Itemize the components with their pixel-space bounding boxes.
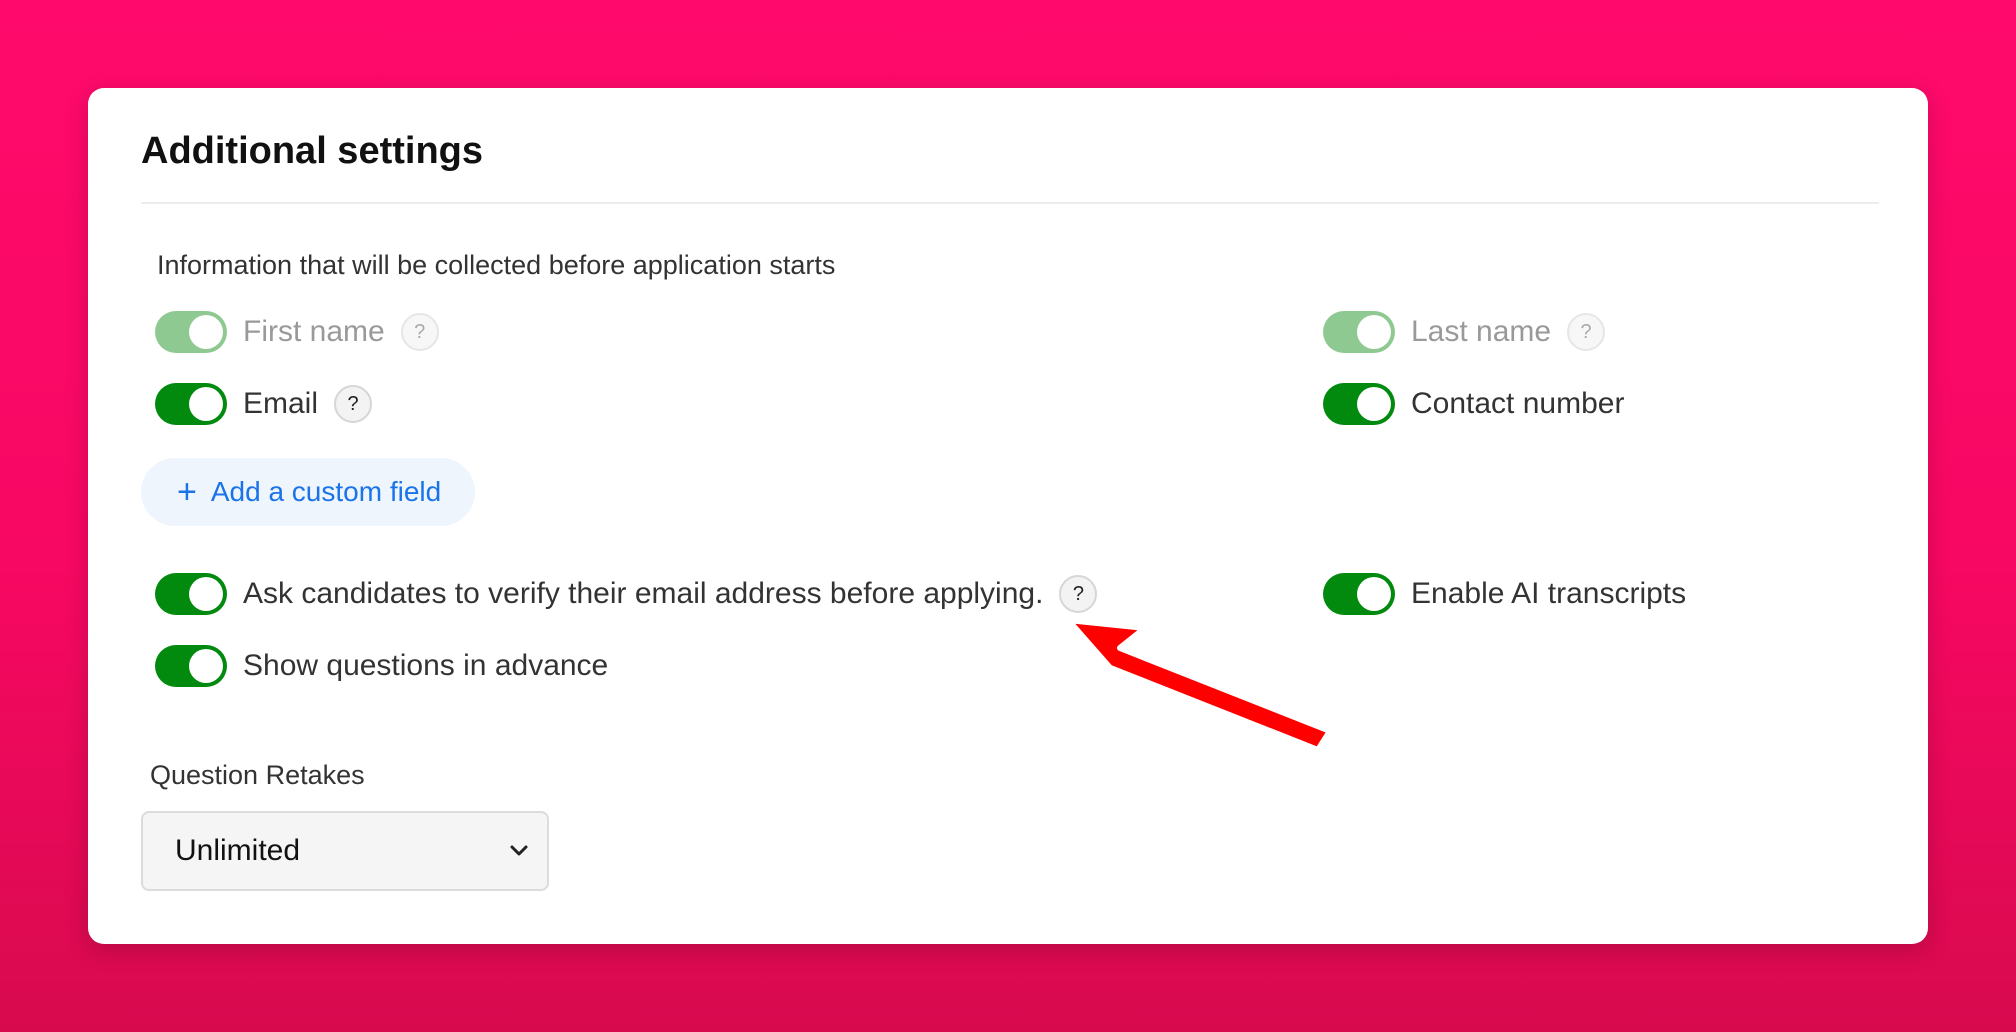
verify-email-row: Ask candidates to verify their email add… — [155, 571, 1098, 617]
email-label: Email — [243, 387, 319, 420]
add-custom-field-button[interactable]: + Add a custom field — [141, 458, 475, 526]
toggle-knob — [189, 315, 223, 349]
additional-settings-panel: Additional settings Information that wil… — [88, 88, 1928, 944]
show-questions-label: Show questions in advance — [243, 649, 609, 682]
title-divider — [141, 202, 1879, 204]
verify-email-label: Ask candidates to verify their email add… — [243, 577, 1044, 610]
add-custom-field-label: Add a custom field — [210, 476, 442, 507]
toggle-knob — [189, 387, 223, 421]
question-retakes-label: Question Retakes — [150, 760, 365, 790]
toggle-knob — [1357, 577, 1391, 611]
show-questions-row: Show questions in advance — [155, 643, 608, 689]
last-name-label: Last name — [1411, 315, 1552, 348]
contact-number-label: Contact number — [1411, 387, 1625, 420]
contact-number-toggle[interactable] — [1323, 383, 1395, 425]
email-row: Email ? — [155, 381, 373, 427]
chevron-down-icon — [509, 838, 529, 864]
last-name-row: Last name ? — [1323, 309, 1606, 355]
help-icon[interactable]: ? — [334, 385, 373, 423]
first-name-label: First name — [243, 315, 385, 348]
toggle-knob — [189, 649, 223, 683]
ai-transcripts-toggle[interactable] — [1323, 573, 1395, 615]
question-retakes-select[interactable]: Unlimited — [141, 811, 549, 891]
toggle-knob — [1357, 315, 1391, 349]
contact-number-row: Contact number — [1323, 381, 1624, 427]
toggle-knob — [189, 577, 223, 611]
email-toggle[interactable] — [155, 383, 227, 425]
panel-title: Additional settings — [141, 130, 483, 172]
ai-transcripts-label: Enable AI transcripts — [1411, 577, 1687, 610]
help-icon[interactable]: ? — [400, 313, 439, 351]
help-icon[interactable]: ? — [1567, 313, 1606, 351]
first-name-toggle[interactable] — [155, 311, 227, 353]
show-questions-toggle[interactable] — [155, 645, 227, 687]
verify-email-toggle[interactable] — [155, 573, 227, 615]
toggle-knob — [1357, 387, 1391, 421]
question-retakes-value: Unlimited — [175, 834, 301, 867]
plus-icon: + — [177, 473, 197, 511]
last-name-toggle[interactable] — [1323, 311, 1395, 353]
help-icon[interactable]: ? — [1059, 575, 1098, 613]
section-subtitle: Information that will be collected befor… — [157, 250, 836, 280]
ai-transcripts-row: Enable AI transcripts — [1323, 571, 1686, 617]
first-name-row: First name ? — [155, 309, 439, 355]
